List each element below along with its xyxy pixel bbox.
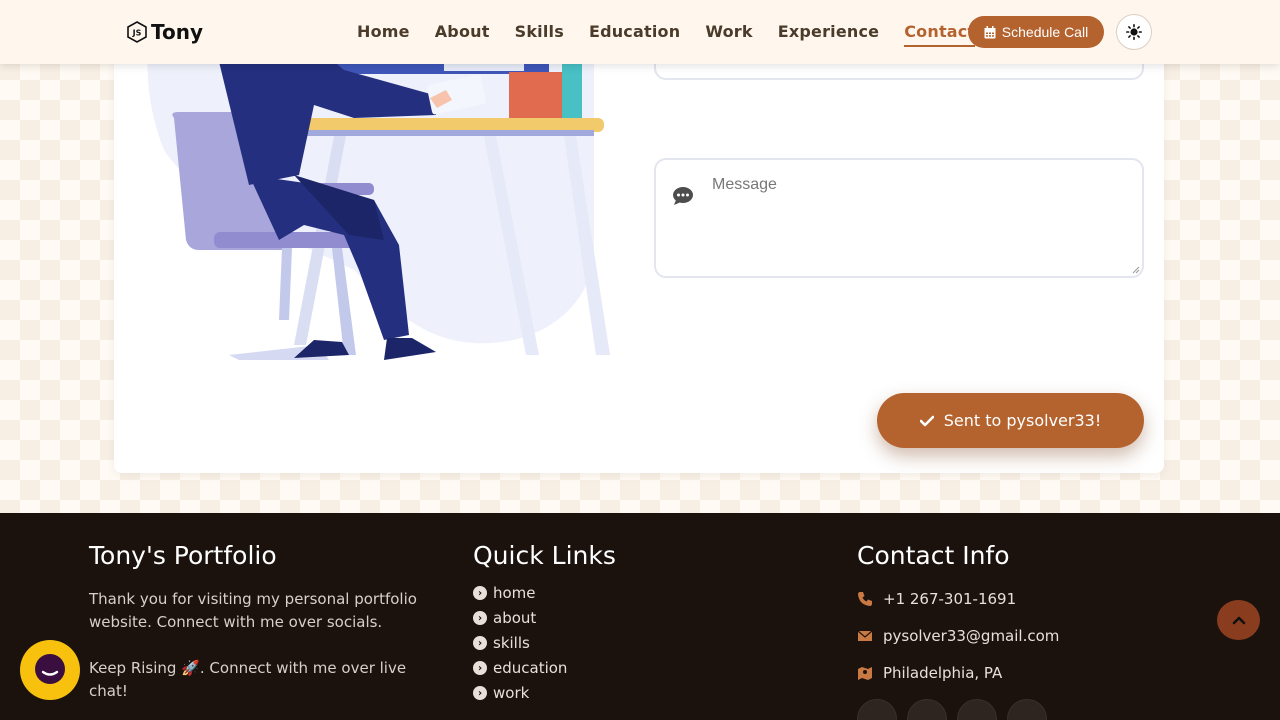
quick-link-label: home <box>493 584 536 602</box>
footer-about-text: Thank you for visiting my personal portf… <box>89 590 417 631</box>
contact-phone-text: +1 267-301-1691 <box>883 590 1017 608</box>
social-link-3[interactable] <box>957 699 997 720</box>
schedule-call-button[interactable]: Schedule Call <box>968 16 1104 48</box>
resize-grip-icon[interactable] <box>1132 266 1140 274</box>
contact-phone: +1 267-301-1691 <box>857 588 1157 610</box>
chevron-circle-right-icon: › <box>473 586 487 600</box>
js-logo-icon: JS <box>127 21 147 43</box>
footer-about: Tony's Portfolio Thank you for visiting … <box>89 541 429 703</box>
chevron-circle-right-icon: › <box>473 686 487 700</box>
contact-location-text: Philadelphia, PA <box>883 664 1003 682</box>
nav-link-about[interactable]: About <box>435 22 490 47</box>
footer-about-text-2: Keep Rising 🚀. Connect with me over live… <box>89 659 407 700</box>
contact-location: Philadelphia, PA <box>857 662 1157 684</box>
quick-link-skills[interactable]: › skills <box>473 634 773 652</box>
footer-contact-info: Contact Info +1 267-301-1691 pysolver33@… <box>857 541 1157 720</box>
quick-link-education[interactable]: › education <box>473 659 773 677</box>
nav-link-home[interactable]: Home <box>357 22 410 47</box>
quick-link-about[interactable]: › about <box>473 609 773 627</box>
chevron-circle-right-icon: › <box>473 636 487 650</box>
calendar-icon <box>984 25 996 38</box>
nav-link-contact[interactable]: Contact <box>904 22 976 47</box>
chevron-circle-right-icon: › <box>473 661 487 675</box>
social-link-2[interactable] <box>907 699 947 720</box>
social-links <box>857 699 1157 720</box>
chat-bubble-icon <box>35 654 65 684</box>
nav-link-education[interactable]: Education <box>589 22 680 47</box>
brand-logo-link[interactable]: JS Tony <box>127 20 203 44</box>
nav-menu: Home About Skills Education Work Experie… <box>357 22 1000 47</box>
quick-links-title: Quick Links <box>473 541 616 570</box>
nav-link-experience[interactable]: Experience <box>778 22 880 47</box>
footer: Tony's Portfolio Thank you for visiting … <box>0 513 1280 720</box>
live-chat-button[interactable] <box>20 640 80 700</box>
chevron-circle-right-icon: › <box>473 611 487 625</box>
quick-link-label: work <box>493 684 530 702</box>
quick-link-label: about <box>493 609 537 627</box>
send-message-button[interactable]: Sent to pysolver33! <box>877 393 1144 448</box>
nav-link-work[interactable]: Work <box>705 22 752 47</box>
send-button-label: Sent to pysolver33! <box>943 411 1102 430</box>
quick-link-home[interactable]: › home <box>473 584 773 602</box>
social-link-4[interactable] <box>1007 699 1047 720</box>
phone-icon <box>858 592 872 606</box>
contact-info-title: Contact Info <box>857 541 1010 570</box>
schedule-call-label: Schedule Call <box>1001 24 1089 40</box>
message-input[interactable] <box>712 176 1132 266</box>
navbar: JS Tony Home About Skills Education Work… <box>0 0 1280 64</box>
svg-text:JS: JS <box>132 29 142 38</box>
theme-toggle-button[interactable] <box>1116 14 1152 50</box>
quick-link-label: skills <box>493 634 530 652</box>
check-icon <box>919 415 934 426</box>
contact-card: Sent to pysolver33! <box>114 0 1164 473</box>
contact-email-text: pysolver33@gmail.com <box>883 627 1060 645</box>
social-link-1[interactable] <box>857 699 897 720</box>
envelope-icon <box>857 630 873 641</box>
quick-link-label: education <box>493 659 568 677</box>
footer-about-title: Tony's Portfolio <box>89 541 277 570</box>
nav-link-skills[interactable]: Skills <box>515 22 564 47</box>
map-marker-icon <box>858 667 872 680</box>
quick-link-work[interactable]: › work <box>473 684 773 702</box>
footer-quick-links: Quick Links › home › about › skills › ed… <box>473 541 773 709</box>
sun-icon <box>1126 24 1142 40</box>
brand-name: Tony <box>151 20 204 44</box>
message-field <box>654 158 1144 278</box>
chevron-up-icon <box>1232 616 1245 625</box>
comment-icon <box>673 187 693 205</box>
contact-email: pysolver33@gmail.com <box>857 625 1157 647</box>
scroll-to-top-button[interactable] <box>1217 600 1260 640</box>
